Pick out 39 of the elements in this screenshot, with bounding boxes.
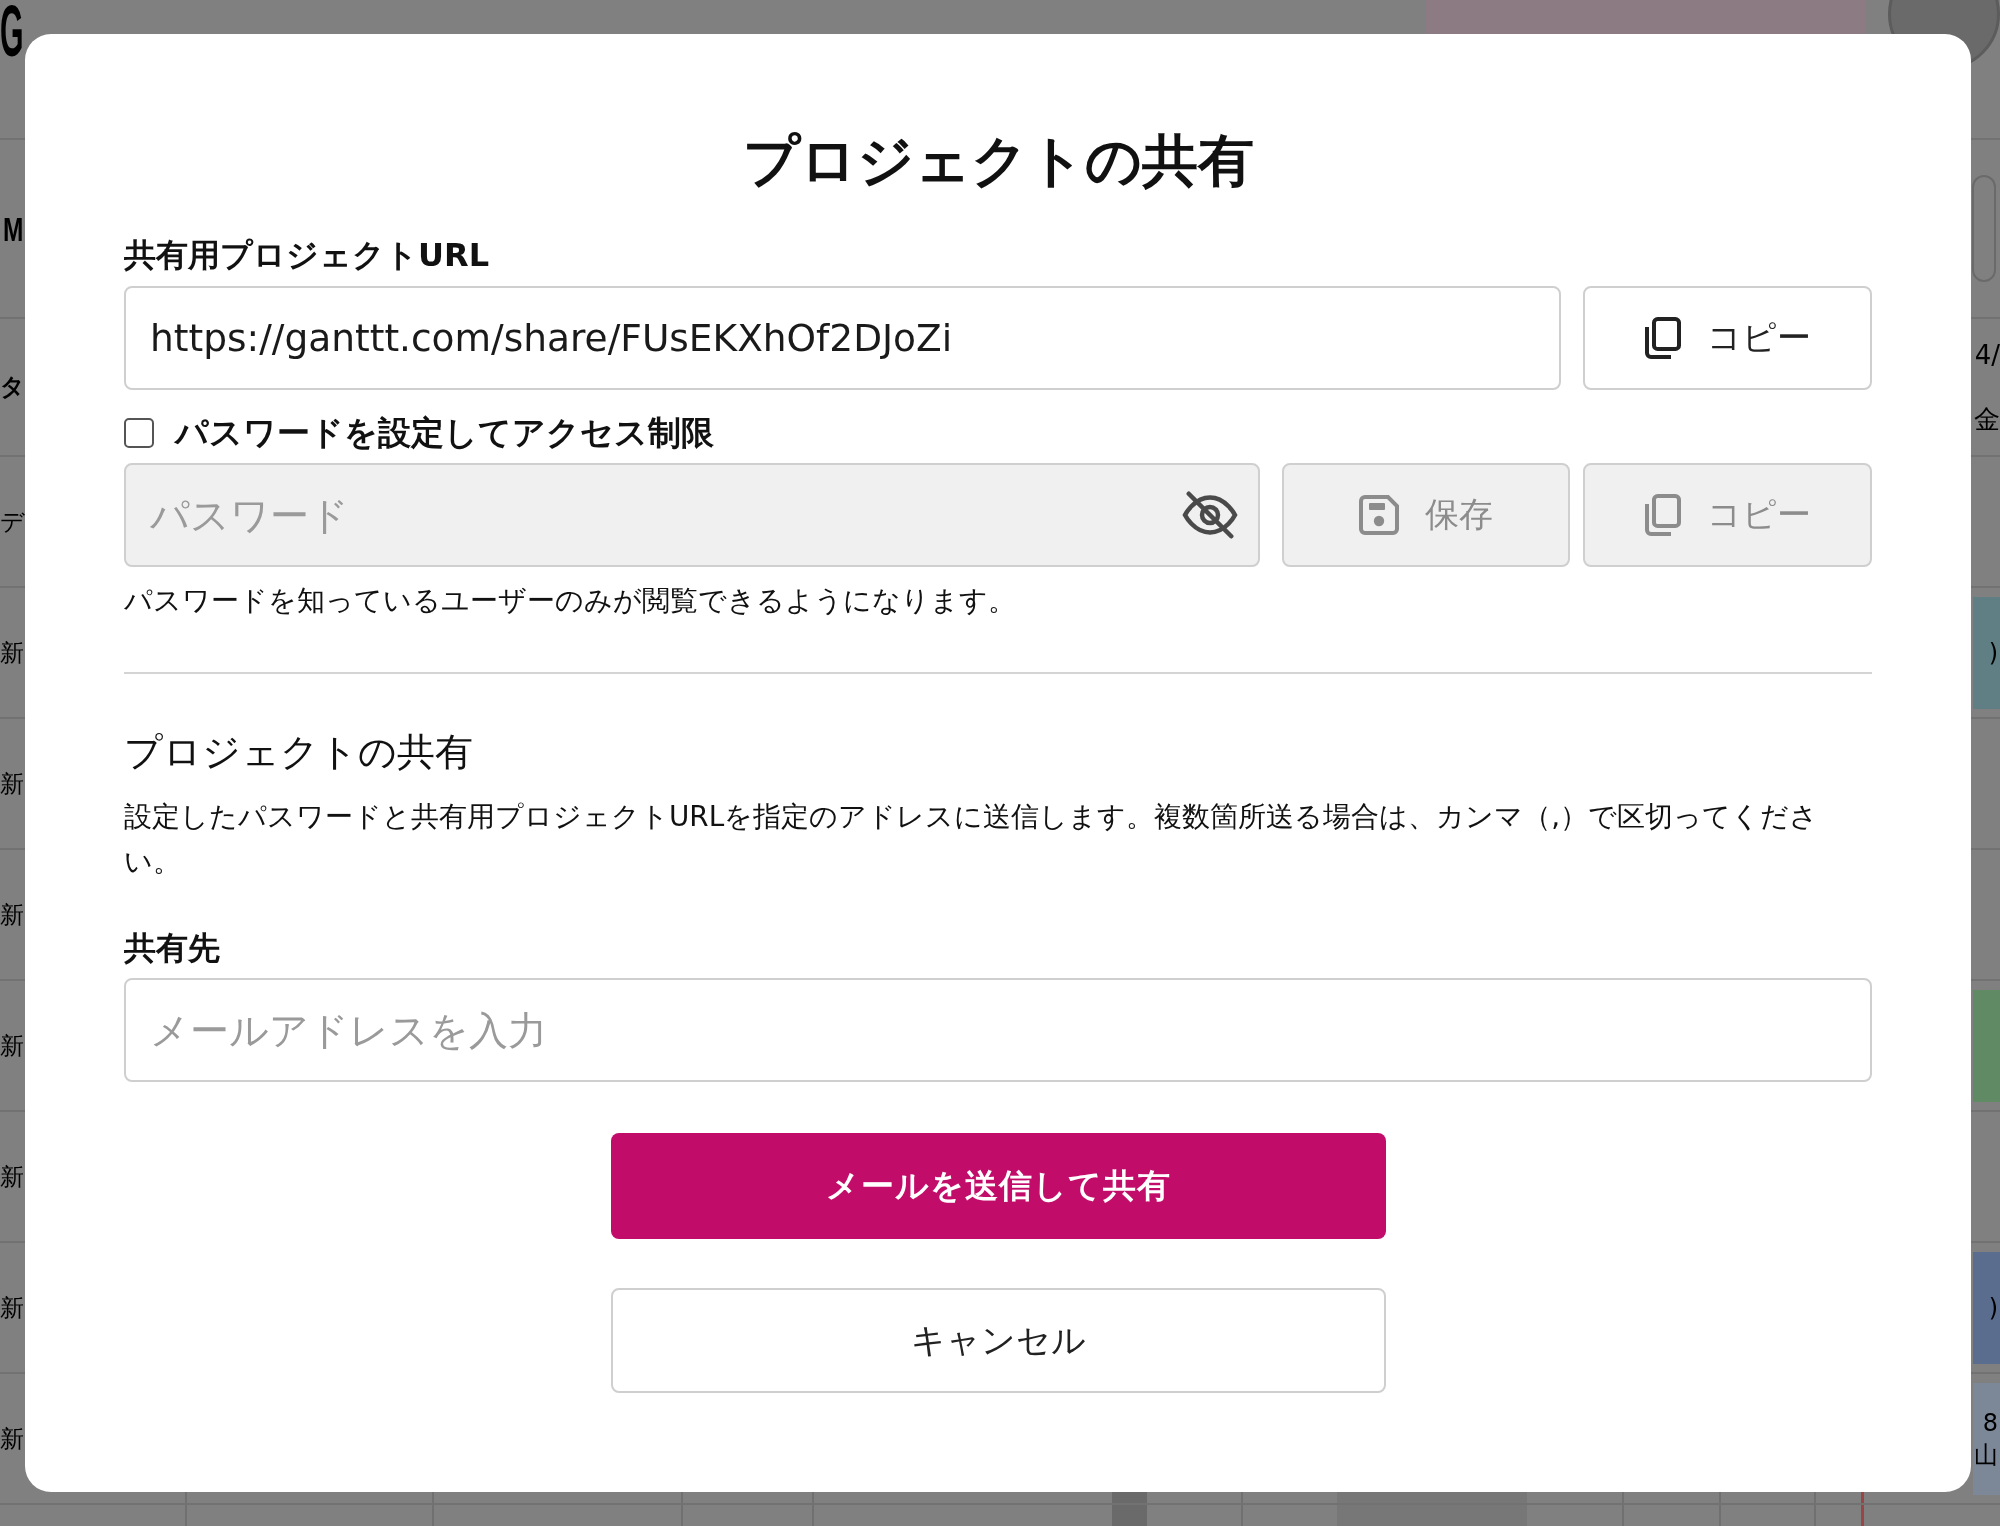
- save-icon: [1359, 495, 1399, 535]
- field-label: 共有先: [124, 928, 220, 968]
- task-name: 新: [0, 1423, 24, 1455]
- section-description: 設定したパスワードと共有用プロジェクトURLを指定のアドレスに送信します。複数箇所送る場合は、カンマ（,）で区切ってください。: [124, 799, 1819, 880]
- date-label: 4/: [1974, 339, 2000, 372]
- header-button[interactable]: [1426, 0, 1865, 34]
- url-field[interactable]: https://ganttt.com/share/FUsEKXhOf2DJoZi: [124, 286, 1561, 390]
- task-bar[interactable]: ): [1973, 596, 2000, 709]
- copy-icon: [1644, 317, 1681, 359]
- task-name: 新: [0, 1030, 24, 1062]
- field-label: 共有用プロジェクトURL: [124, 235, 489, 275]
- section-heading: プロジェクトの共有: [124, 729, 473, 776]
- task-bar[interactable]: ): [1973, 1251, 2000, 1364]
- task-name: 新: [0, 899, 24, 931]
- checkbox[interactable]: [124, 418, 154, 448]
- app-logo: G: [0, 0, 24, 63]
- task-name: 新: [0, 1161, 24, 1193]
- copy-button[interactable]: コピー: [1583, 286, 1872, 390]
- bar-text: ): [1988, 1292, 1998, 1324]
- dialog-title: プロジェクトの共有: [742, 127, 1254, 195]
- column-header: タ: [0, 372, 25, 403]
- checkbox-label[interactable]: パスワードを設定してアクセス制限: [175, 411, 714, 455]
- eye-slash-icon[interactable]: [1182, 490, 1238, 540]
- bar-text: 8: [1982, 1407, 1998, 1439]
- bar-text: 山: [1974, 1439, 1998, 1471]
- project-name: M: [3, 208, 24, 249]
- date-label: 金: [1974, 403, 2000, 436]
- send-email-button[interactable]: メールを送信して共有: [610, 1133, 1386, 1239]
- cancel-button[interactable]: キャンセル: [610, 1288, 1386, 1393]
- email-field[interactable]: メールアドレスを入力: [124, 978, 1872, 1082]
- copy-icon: [1644, 494, 1681, 536]
- task-name: 新: [0, 1292, 24, 1324]
- task-name: 新: [0, 637, 24, 669]
- task-name: デ: [0, 506, 25, 538]
- task-name: 新: [0, 768, 24, 800]
- bar-text: ): [1988, 637, 1998, 669]
- task-bar[interactable]: 8 山: [1973, 1382, 2000, 1495]
- task-bar[interactable]: [1973, 989, 2000, 1102]
- help-text: パスワードを知っているユーザーのみが閲覧できるようになります。: [124, 583, 1016, 619]
